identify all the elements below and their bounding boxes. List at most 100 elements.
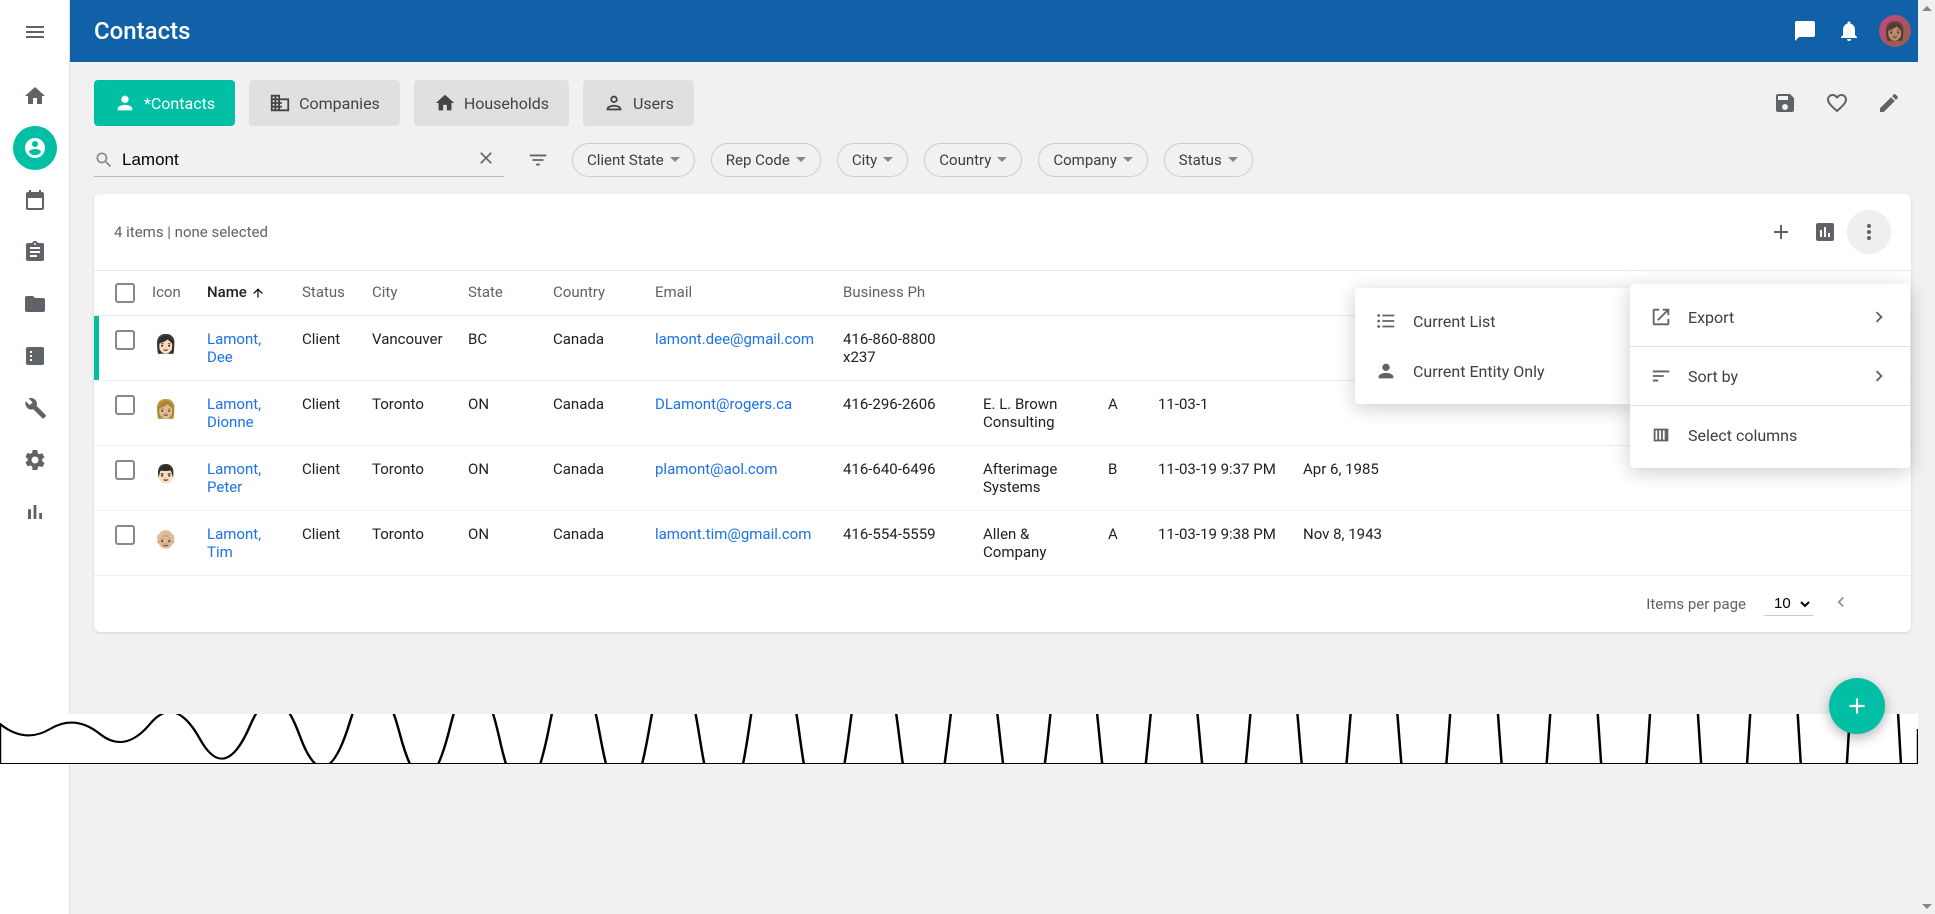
contact-name-link[interactable]: Lamont, Peter [207,460,261,496]
menu-item-current-entity-only[interactable]: Current Entity Only [1355,346,1635,396]
clear-search-button[interactable] [476,148,504,172]
save-button[interactable] [1763,81,1807,125]
filter-chip-company[interactable]: Company [1038,143,1147,177]
chevron-right-icon [1868,365,1890,387]
search-icon [94,150,114,170]
contact-email-link[interactable]: lamont.tim@gmail.com [655,525,811,543]
column-header-country[interactable]: Country [545,283,647,303]
tab-label: *Contacts [144,94,215,113]
contact-avatar: 👨🏻 [152,460,180,488]
filter-chip-country[interactable]: Country [924,143,1022,177]
table-summary: 4 items | none selected [114,223,268,241]
search-input[interactable] [122,150,476,170]
fab-add-button[interactable] [1829,678,1885,734]
contact-email-link[interactable]: plamont@aol.com [655,460,777,478]
contact-rep: B [1100,460,1150,478]
row-checkbox[interactable] [115,330,135,350]
column-header-email[interactable]: Email [647,283,835,303]
tab-contacts[interactable]: *Contacts [94,80,235,126]
contact-city: Toronto [364,395,460,413]
dropdown-icon [670,155,680,165]
contact-rep: A [1100,525,1150,543]
select-all-checkbox[interactable] [115,283,135,303]
contact-modified: 11-03-19 9:38 PM [1150,525,1295,543]
contact-name-link[interactable]: Lamont, Dionne [207,395,261,431]
sort-asc-icon [251,286,265,300]
filter-bar: Client State Rep Code City Country Compa… [70,126,1935,194]
menu-item-export[interactable]: Export [1630,292,1910,342]
edit-button[interactable] [1867,81,1911,125]
tab-households[interactable]: Households [414,80,569,126]
messages-icon[interactable] [1783,9,1827,53]
torn-edge-decoration [0,714,1918,764]
column-header-status[interactable]: Status [294,283,364,303]
contact-modified: 11-03-19 9:37 PM [1150,460,1295,478]
table-row[interactable]: 👴🏼 Lamont, Tim Client Toronto ON Canada … [94,511,1911,576]
user-avatar[interactable]: 👩🏽 [1879,15,1911,47]
column-header-business-phone[interactable]: Business Ph [835,283,975,303]
contact-email-link[interactable]: DLamont@rogers.ca [655,395,792,413]
contact-name-link[interactable]: Lamont, Dee [207,330,261,366]
filter-chip-rep-code[interactable]: Rep Code [711,143,821,177]
items-per-page-select[interactable]: 10 [1764,592,1813,616]
sidebar-item-tools[interactable] [13,386,57,430]
contact-city: Toronto [364,460,460,478]
notifications-icon[interactable] [1827,9,1871,53]
favorite-button[interactable] [1815,81,1859,125]
table-pagination: Items per page 10 [94,576,1911,632]
menu-item-sort-by[interactable]: Sort by [1630,351,1910,401]
more-options-button[interactable] [1847,210,1891,254]
sidebar-item-reports[interactable] [13,490,57,534]
contact-state: ON [460,395,545,413]
contact-avatar: 👩🏼 [152,395,180,423]
columns-icon [1650,424,1672,446]
contact-status: Client [294,395,364,413]
contact-avatar: 👴🏼 [152,525,180,553]
menu-item-current-list[interactable]: Current List [1355,296,1635,346]
chart-button[interactable] [1803,210,1847,254]
sidebar-item-tasks[interactable] [13,230,57,274]
contact-birthdate: Nov 8, 1943 [1295,525,1425,543]
row-checkbox[interactable] [115,525,135,545]
sidebar-item-document[interactable]: $ [13,334,57,378]
row-checkbox[interactable] [115,395,135,415]
contact-state: BC [460,330,545,348]
contact-state: ON [460,525,545,543]
hamburger-menu-button[interactable] [13,10,57,54]
filter-chip-status[interactable]: Status [1164,143,1253,177]
filter-chip-city[interactable]: City [837,143,908,177]
column-header-icon[interactable]: Icon [144,283,199,303]
sidebar-item-contacts[interactable] [13,126,57,170]
more-options-menu: Export Sort by Select columns [1630,284,1910,468]
menu-item-select-columns[interactable]: Select columns [1630,410,1910,460]
contact-email-link[interactable]: lamont.dee@gmail.com [655,330,814,348]
column-header-name[interactable]: Name [199,283,294,303]
contact-avatar: 👩🏻 [152,330,180,358]
window-scrollbar[interactable] [1918,0,1935,914]
list-icon [1375,310,1397,332]
sidebar-item-home[interactable] [13,74,57,118]
add-button[interactable] [1759,210,1803,254]
sidebar-item-settings[interactable] [13,438,57,482]
contact-modified: 11-03-1 [1150,395,1295,413]
contact-country: Canada [545,330,647,348]
tab-companies[interactable]: Companies [249,80,400,126]
submenu-current-list: Current List Current Entity Only [1355,288,1635,404]
contact-company: E. L. Brown Consulting [975,395,1100,431]
contact-country: Canada [545,460,647,478]
filter-icon[interactable] [520,142,556,178]
column-header-state[interactable]: State [460,283,545,303]
pagination-prev[interactable] [1831,592,1851,616]
column-header-city[interactable]: City [364,283,460,303]
contact-status: Client [294,330,364,348]
sidebar-item-calendar[interactable] [13,178,57,222]
contact-name-link[interactable]: Lamont, Tim [207,525,261,561]
sidebar-item-files[interactable] [13,282,57,326]
tab-users[interactable]: Users [583,80,694,126]
filter-chip-client-state[interactable]: Client State [572,143,695,177]
contact-rep: A [1100,395,1150,413]
contact-phone: 416-860-8800 x237 [835,330,975,366]
row-checkbox[interactable] [115,460,135,480]
contact-company: Afterimage Systems [975,460,1100,496]
sidebar: $ [0,0,70,914]
